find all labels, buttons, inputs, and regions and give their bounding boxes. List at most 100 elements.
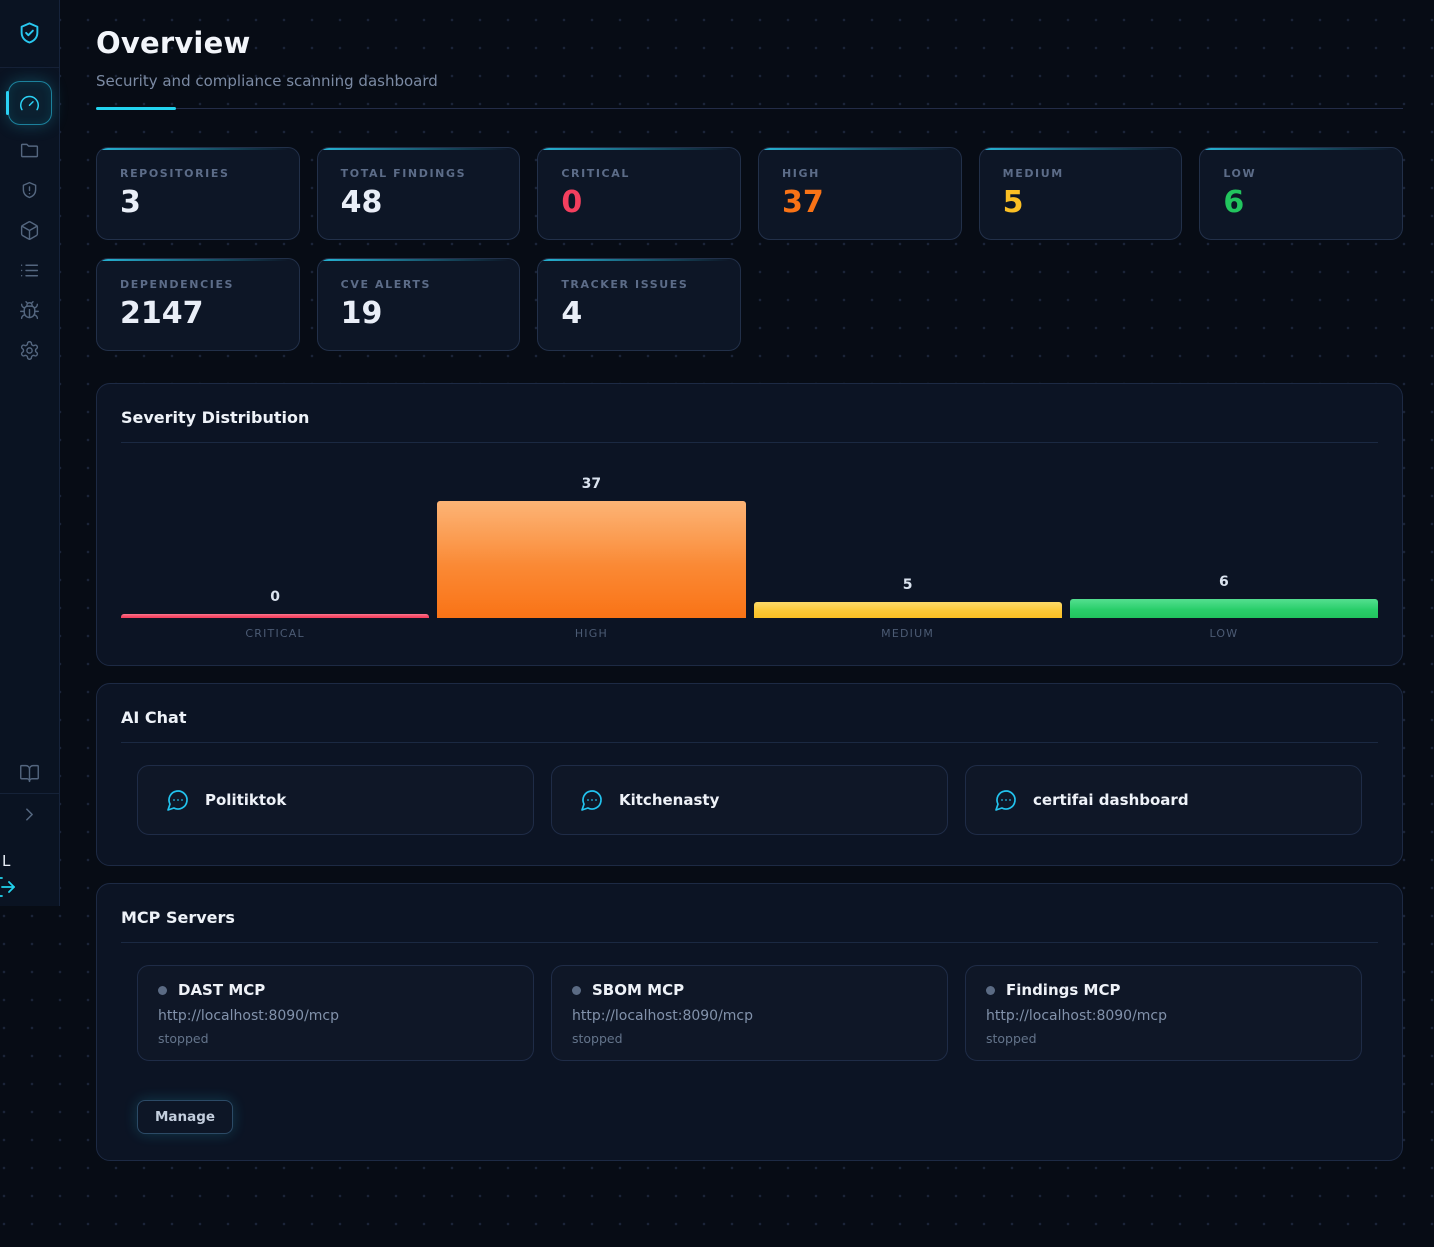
bar-value: 37 — [582, 476, 601, 492]
stat-value: 0 — [561, 185, 717, 220]
bar-column-medium: 5 MEDIUM — [754, 577, 1062, 641]
stat-value: 3 — [120, 185, 276, 220]
stat-label: REPOSITORIES — [120, 167, 276, 180]
stat-card-cve-alerts: CVE ALERTS 19 — [317, 258, 521, 351]
sidebar-item-security[interactable] — [0, 170, 59, 210]
list-icon — [19, 260, 40, 281]
stats-grid: REPOSITORIES 3 TOTAL FINDINGS 48 CRITICA… — [96, 147, 1403, 351]
bar-medium — [754, 602, 1062, 618]
chat-card-certifai-dashboard[interactable]: certifai dashboard — [965, 765, 1362, 835]
bar-column-high: 37 HIGH — [437, 476, 745, 641]
server-card-sbom-mcp: SBOM MCP http://localhost:8090/mcp stopp… — [551, 965, 948, 1061]
stat-label: TOTAL FINDINGS — [341, 167, 497, 180]
server-head: SBOM MCP — [572, 981, 927, 999]
sidebar-item-docs[interactable] — [0, 753, 59, 793]
sidebar-item-bugs[interactable] — [0, 290, 59, 330]
server-head: Findings MCP — [986, 981, 1341, 999]
stat-card-repositories: REPOSITORIES 3 — [96, 147, 300, 240]
active-indicator — [6, 91, 9, 115]
app-logo — [0, 0, 59, 68]
server-status: stopped — [986, 1031, 1341, 1046]
stat-label: TRACKER ISSUES — [561, 278, 717, 291]
panel-divider — [121, 742, 1378, 743]
title-underline — [96, 107, 1403, 110]
stat-value: 6 — [1223, 185, 1379, 220]
server-url: http://localhost:8090/mcp — [986, 1008, 1341, 1024]
severity-bar-chart: 0 CRITICAL 37 HIGH 5 MEDIUM 6 LO — [121, 465, 1378, 641]
book-open-icon — [19, 763, 40, 784]
stat-card-total-findings: TOTAL FINDINGS 48 — [317, 147, 521, 240]
server-name: SBOM MCP — [592, 981, 684, 999]
shield-check-icon — [16, 20, 43, 47]
stat-value: 2147 — [120, 296, 276, 331]
active-pill — [8, 81, 52, 125]
panel-title: MCP Servers — [121, 908, 1378, 927]
chat-bubble-icon — [166, 788, 190, 812]
chat-card-politiktok[interactable]: Politiktok — [137, 765, 534, 835]
sidebar-item-dashboard[interactable] — [0, 79, 59, 127]
stat-card-medium: MEDIUM 5 — [979, 147, 1183, 240]
server-status-dot — [572, 986, 581, 995]
stat-value: 5 — [1003, 185, 1159, 220]
ai-chat-panel: AI Chat Politiktok Kitchenasty certifai … — [96, 683, 1403, 866]
page-subtitle: Security and compliance scanning dashboa… — [96, 72, 1403, 90]
stat-label: HIGH — [782, 167, 938, 180]
server-status: stopped — [158, 1031, 513, 1046]
bar-column-critical: 0 CRITICAL — [121, 589, 429, 641]
package-icon — [19, 220, 40, 241]
server-status: stopped — [572, 1031, 927, 1046]
server-cards-row: DAST MCP http://localhost:8090/mcp stopp… — [137, 965, 1362, 1061]
bar-value: 0 — [270, 589, 280, 605]
severity-distribution-panel: Severity Distribution 0 CRITICAL 37 HIGH… — [96, 383, 1403, 666]
chat-bubble-icon — [580, 788, 604, 812]
server-url: http://localhost:8090/mcp — [158, 1008, 513, 1024]
bar-category-label: MEDIUM — [881, 627, 934, 641]
server-status-dot — [158, 986, 167, 995]
server-url: http://localhost:8090/mcp — [572, 1008, 927, 1024]
chat-bubble-icon — [994, 788, 1018, 812]
bar-category-label: HIGH — [575, 627, 608, 641]
main-content: Overview Security and compliance scannin… — [0, 0, 1434, 1247]
shield-alert-icon — [19, 180, 40, 201]
logout-button[interactable] — [0, 875, 17, 899]
chat-label: Kitchenasty — [619, 791, 719, 809]
sidebar-item-findings-list[interactable] — [0, 250, 59, 290]
bar-value: 6 — [1219, 574, 1229, 590]
panel-divider — [121, 942, 1378, 943]
header-divider — [96, 108, 1403, 109]
stat-card-critical: CRITICAL 0 — [537, 147, 741, 240]
bar-critical — [121, 614, 429, 618]
gauge-icon — [19, 93, 40, 114]
chevron-right-icon — [19, 804, 40, 825]
chat-card-kitchenasty[interactable]: Kitchenasty — [551, 765, 948, 835]
page-title: Overview — [96, 26, 1403, 60]
logout-icon — [0, 875, 17, 899]
sidebar-bottom: L — [0, 834, 59, 906]
stat-label: DEPENDENCIES — [120, 278, 276, 291]
stat-label: CRITICAL — [561, 167, 717, 180]
page-header: Overview Security and compliance scannin… — [96, 26, 1403, 110]
stat-card-high: HIGH 37 — [758, 147, 962, 240]
server-card-dast-mcp: DAST MCP http://localhost:8090/mcp stopp… — [137, 965, 534, 1061]
sidebar-nav — [0, 68, 59, 370]
manage-button[interactable]: Manage — [137, 1100, 233, 1134]
sidebar: L — [0, 0, 60, 906]
panel-title: AI Chat — [121, 708, 1378, 727]
bar-high — [437, 501, 745, 618]
stat-card-tracker-issues: TRACKER ISSUES 4 — [537, 258, 741, 351]
stat-value: 37 — [782, 185, 938, 220]
mcp-servers-panel: MCP Servers DAST MCP http://localhost:80… — [96, 883, 1403, 1161]
bar-column-low: 6 LOW — [1070, 574, 1378, 641]
sidebar-item-packages[interactable] — [0, 210, 59, 250]
stat-label: CVE ALERTS — [341, 278, 497, 291]
bar-value: 5 — [903, 577, 913, 593]
bar-category-label: CRITICAL — [245, 627, 304, 641]
bar-low — [1070, 599, 1378, 618]
sidebar-item-settings[interactable] — [0, 330, 59, 370]
server-card-findings-mcp: Findings MCP http://localhost:8090/mcp s… — [965, 965, 1362, 1061]
user-initial-label: L — [2, 852, 10, 870]
sidebar-item-repositories[interactable] — [0, 130, 59, 170]
bar-category-label: LOW — [1209, 627, 1238, 641]
sidebar-collapse-toggle[interactable] — [0, 794, 59, 834]
chat-cards-row: Politiktok Kitchenasty certifai dashboar… — [137, 765, 1362, 835]
